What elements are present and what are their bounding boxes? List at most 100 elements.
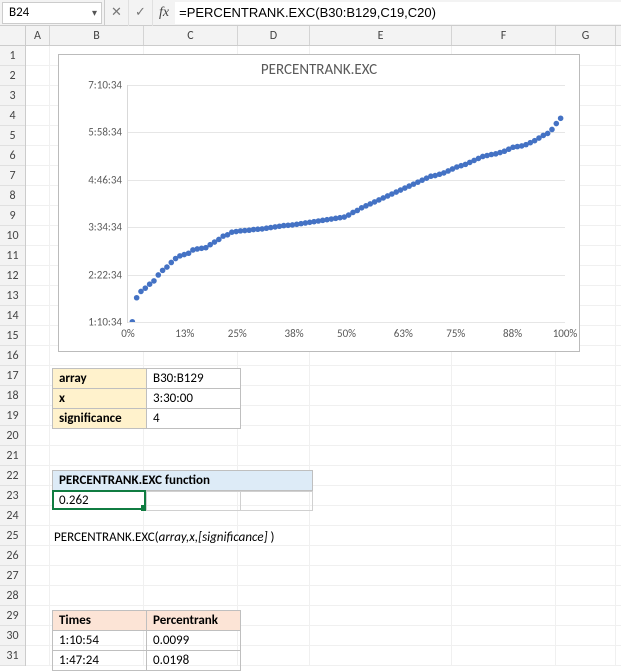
cell[interactable] <box>144 566 238 585</box>
row-header[interactable]: 30 <box>0 626 25 646</box>
row-header[interactable]: 5 <box>0 126 25 146</box>
row-header[interactable]: 23 <box>0 486 25 506</box>
cell[interactable] <box>26 266 50 285</box>
row-header[interactable]: 15 <box>0 326 25 346</box>
cell[interactable] <box>310 486 452 505</box>
row-header[interactable]: 31 <box>0 646 25 666</box>
cell[interactable] <box>50 586 144 605</box>
cell[interactable] <box>26 306 50 325</box>
row-header[interactable]: 1 <box>0 46 25 66</box>
select-all-corner[interactable] <box>0 26 26 45</box>
row-header[interactable]: 14 <box>0 306 25 326</box>
cell[interactable] <box>26 166 50 185</box>
col-header[interactable]: E <box>310 26 452 45</box>
cell[interactable] <box>310 626 452 645</box>
cell[interactable] <box>556 526 616 545</box>
cell[interactable] <box>556 506 616 525</box>
row-header[interactable]: 28 <box>0 586 25 606</box>
cell[interactable] <box>50 566 144 585</box>
row-header[interactable]: 9 <box>0 206 25 226</box>
cell[interactable] <box>556 566 616 585</box>
cell[interactable] <box>310 506 452 525</box>
formula-input[interactable] <box>175 2 621 24</box>
cell[interactable] <box>26 566 50 585</box>
row-header[interactable]: 8 <box>0 186 25 206</box>
cell[interactable] <box>452 486 556 505</box>
cell[interactable] <box>238 566 310 585</box>
row-header[interactable]: 2 <box>0 66 25 86</box>
cell[interactable] <box>556 586 616 605</box>
cell[interactable] <box>26 46 50 65</box>
cell[interactable] <box>452 546 556 565</box>
cell[interactable] <box>238 426 310 445</box>
cell[interactable] <box>26 206 50 225</box>
cell[interactable] <box>310 446 452 465</box>
cell[interactable] <box>556 546 616 565</box>
cancel-icon[interactable]: ✕ <box>105 0 129 26</box>
cell[interactable] <box>26 246 50 265</box>
row-header[interactable]: 18 <box>0 386 25 406</box>
cell[interactable] <box>26 446 50 465</box>
cell[interactable] <box>26 226 50 245</box>
cell[interactable] <box>238 406 310 425</box>
cell[interactable] <box>144 586 238 605</box>
table-row[interactable]: significance 4 <box>53 409 241 429</box>
cell[interactable] <box>144 546 238 565</box>
cell[interactable] <box>310 646 452 665</box>
cell[interactable] <box>241 492 313 511</box>
cell[interactable] <box>238 646 310 665</box>
cell[interactable] <box>26 126 50 145</box>
cell[interactable] <box>310 586 452 605</box>
col-header[interactable]: B <box>50 26 144 45</box>
cell[interactable] <box>452 606 556 625</box>
cell[interactable] <box>556 486 616 505</box>
col-header[interactable]: F <box>452 26 556 45</box>
cell[interactable] <box>26 466 50 485</box>
table-row[interactable]: Times Percentrank <box>53 611 241 631</box>
row-header[interactable]: 16 <box>0 346 25 366</box>
row-header[interactable]: 6 <box>0 146 25 166</box>
cell[interactable] <box>144 446 238 465</box>
cell[interactable] <box>556 406 616 425</box>
table-row[interactable]: array B30:B129 <box>53 369 241 389</box>
chart[interactable]: PERCENTRANK.EXC 1:10:342:22:343:34:344:4… <box>58 54 580 352</box>
cell[interactable] <box>26 506 50 525</box>
cell[interactable] <box>556 606 616 625</box>
cell[interactable] <box>26 106 50 125</box>
cell[interactable] <box>238 546 310 565</box>
cell[interactable] <box>452 506 556 525</box>
cell[interactable] <box>310 386 452 405</box>
row-header[interactable]: 22 <box>0 466 25 486</box>
cell[interactable] <box>26 386 50 405</box>
col-header[interactable]: G <box>556 26 616 45</box>
cell[interactable] <box>310 366 452 385</box>
cell[interactable] <box>50 546 144 565</box>
cell[interactable] <box>26 346 50 365</box>
cell[interactable] <box>556 446 616 465</box>
cell[interactable] <box>26 606 50 625</box>
cell[interactable] <box>556 646 616 665</box>
cell[interactable] <box>238 446 310 465</box>
confirm-icon[interactable]: ✓ <box>129 0 153 26</box>
cell[interactable] <box>452 386 556 405</box>
cell[interactable] <box>238 386 310 405</box>
cell[interactable] <box>310 606 452 625</box>
cell[interactable] <box>26 86 50 105</box>
cell[interactable] <box>26 366 50 385</box>
table-row[interactable]: 1:10:54 0.0099 <box>53 631 241 651</box>
cell[interactable] <box>26 66 50 85</box>
cell[interactable] <box>26 146 50 165</box>
cell[interactable] <box>26 586 50 605</box>
cell[interactable] <box>556 466 616 485</box>
cell[interactable] <box>452 366 556 385</box>
cell[interactable] <box>26 546 50 565</box>
cell[interactable] <box>238 606 310 625</box>
cell[interactable] <box>452 466 556 485</box>
row-header[interactable]: 25 <box>0 526 25 546</box>
row-header[interactable]: 7 <box>0 166 25 186</box>
cell[interactable] <box>452 406 556 425</box>
row-header[interactable]: 4 <box>0 106 25 126</box>
cell[interactable] <box>26 626 50 645</box>
cell[interactable] <box>26 326 50 345</box>
cell[interactable] <box>452 626 556 645</box>
